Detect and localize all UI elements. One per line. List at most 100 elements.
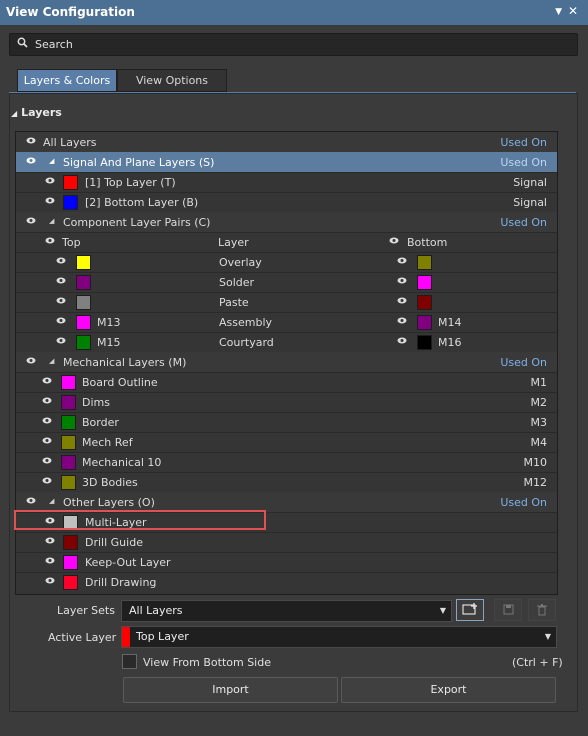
eye-icon[interactable] xyxy=(26,497,36,504)
color-swatch[interactable] xyxy=(61,415,76,430)
component-pair-row[interactable]: Paste xyxy=(16,292,557,313)
tree-row-mechanical-layer[interactable]: Mechanical 10 M10 xyxy=(16,452,557,473)
top-color-swatch[interactable] xyxy=(76,335,91,350)
color-swatch[interactable] xyxy=(63,175,78,190)
add-layer-set-button[interactable] xyxy=(456,599,484,621)
layers-section-header[interactable]: ◢ Layers xyxy=(11,106,62,119)
bottom-color-swatch[interactable] xyxy=(417,295,432,310)
tree-row-signal-group[interactable]: ◢ Signal And Plane Layers (S) Used On xyxy=(16,152,557,173)
top-color-swatch[interactable] xyxy=(76,275,91,290)
eye-icon[interactable] xyxy=(26,157,36,164)
eye-icon[interactable] xyxy=(397,317,407,324)
component-pair-row[interactable]: M15 Courtyard M16 xyxy=(16,332,557,353)
color-swatch[interactable] xyxy=(61,395,76,410)
top-color-swatch[interactable] xyxy=(76,315,91,330)
export-button[interactable]: Export xyxy=(341,677,556,703)
eye-icon[interactable] xyxy=(42,417,52,424)
expand-triangle-icon[interactable]: ◢ xyxy=(49,217,54,225)
tree-row-component-group[interactable]: ◢ Component Layer Pairs (C) Used On xyxy=(16,212,557,233)
eye-icon[interactable] xyxy=(26,357,36,364)
used-on-link[interactable]: Used On xyxy=(500,156,547,169)
row-label: Keep-Out Layer xyxy=(85,556,171,569)
top-label: M13 xyxy=(97,316,121,329)
top-color-swatch[interactable] xyxy=(76,295,91,310)
used-on-link[interactable]: Used On xyxy=(500,356,547,369)
top-color-swatch[interactable] xyxy=(76,255,91,270)
tree-row-other-layer[interactable]: Keep-Out Layer xyxy=(16,552,557,573)
component-pair-row[interactable]: Overlay xyxy=(16,252,557,273)
tree-row-mechanical-layer[interactable]: Dims M2 xyxy=(16,392,557,413)
eye-icon[interactable] xyxy=(42,397,52,404)
eye-icon[interactable] xyxy=(56,317,66,324)
tree-row-other-layer[interactable]: Drill Guide xyxy=(16,532,557,553)
tab-layers-colors[interactable]: Layers & Colors xyxy=(17,69,117,92)
eye-icon[interactable] xyxy=(45,197,55,204)
tab-view-options[interactable]: View Options xyxy=(117,69,227,92)
eye-icon[interactable] xyxy=(397,257,407,264)
eye-icon[interactable] xyxy=(42,437,52,444)
color-swatch[interactable] xyxy=(61,375,76,390)
eye-icon[interactable] xyxy=(56,337,66,344)
expand-triangle-icon[interactable]: ◢ xyxy=(49,357,54,365)
eye-icon[interactable] xyxy=(56,297,66,304)
layer-sets-label: Layer Sets xyxy=(57,604,115,617)
color-swatch[interactable] xyxy=(63,195,78,210)
close-icon[interactable]: ✕ xyxy=(568,4,578,18)
layer-sets-dropdown[interactable]: All Layers ▼ xyxy=(121,600,452,622)
eye-icon[interactable] xyxy=(45,557,55,564)
search-input[interactable]: Search xyxy=(9,33,578,56)
layer-type: Signal xyxy=(513,176,547,189)
tree-row-signal-layer[interactable]: [1] Top Layer (T) Signal xyxy=(16,172,557,193)
active-layer-dropdown[interactable]: Top Layer ▼ xyxy=(121,626,557,648)
color-swatch[interactable] xyxy=(63,535,78,550)
eye-icon[interactable] xyxy=(56,257,66,264)
tree-row-other-layer[interactable]: Drill Drawing xyxy=(16,572,557,592)
color-swatch[interactable] xyxy=(61,455,76,470)
eye-icon[interactable] xyxy=(42,377,52,384)
used-on-link[interactable]: Used On xyxy=(500,136,547,149)
tree-row-mechanical-group[interactable]: ◢ Mechanical Layers (M) Used On xyxy=(16,352,557,373)
eye-icon[interactable] xyxy=(56,277,66,284)
row-label: Board Outline xyxy=(82,376,158,389)
component-pair-row[interactable]: M13 Assembly M14 xyxy=(16,312,557,333)
eye-icon[interactable] xyxy=(45,237,55,244)
bottom-color-swatch[interactable] xyxy=(417,275,432,290)
bottom-color-swatch[interactable] xyxy=(417,335,432,350)
color-swatch[interactable] xyxy=(61,435,76,450)
eye-icon[interactable] xyxy=(45,577,55,584)
eye-icon[interactable] xyxy=(45,177,55,184)
layer-name: Assembly xyxy=(219,316,273,329)
color-swatch[interactable] xyxy=(63,555,78,570)
pin-dropdown-icon[interactable]: ▼ xyxy=(555,7,562,17)
eye-icon[interactable] xyxy=(26,217,36,224)
save-layer-set-button[interactable] xyxy=(494,599,522,621)
eye-icon[interactable] xyxy=(45,537,55,544)
eye-icon[interactable] xyxy=(42,477,52,484)
tree-row-mechanical-layer[interactable]: Border M3 xyxy=(16,412,557,433)
row-label: Component Layer Pairs (C) xyxy=(63,216,211,229)
bottom-color-swatch[interactable] xyxy=(417,315,432,330)
eye-icon[interactable] xyxy=(397,337,407,344)
eye-icon[interactable] xyxy=(389,237,399,244)
color-swatch[interactable] xyxy=(63,575,78,590)
used-on-link[interactable]: Used On xyxy=(500,216,547,229)
tree-row-mechanical-layer[interactable]: 3D Bodies M12 xyxy=(16,472,557,493)
expand-triangle-icon[interactable]: ◢ xyxy=(49,497,54,505)
eye-icon[interactable] xyxy=(42,457,52,464)
tree-row-signal-layer[interactable]: [2] Bottom Layer (B) Signal xyxy=(16,192,557,213)
used-on-link[interactable]: Used On xyxy=(500,496,547,509)
tree-row-mechanical-layer[interactable]: Board Outline M1 xyxy=(16,372,557,393)
tree-row-all-layers[interactable]: All Layers Used On xyxy=(16,132,557,153)
expand-triangle-icon[interactable]: ◢ xyxy=(49,157,54,165)
tree-row-mechanical-layer[interactable]: Mech Ref M4 xyxy=(16,432,557,453)
bottom-color-swatch[interactable] xyxy=(417,255,432,270)
color-swatch[interactable] xyxy=(61,475,76,490)
delete-layer-set-button[interactable] xyxy=(528,599,556,621)
eye-icon[interactable] xyxy=(26,137,36,144)
view-from-bottom-checkbox[interactable] xyxy=(122,654,137,669)
eye-icon[interactable] xyxy=(397,297,407,304)
import-button[interactable]: Import xyxy=(123,677,338,703)
component-pair-row[interactable]: Solder xyxy=(16,272,557,293)
eye-icon[interactable] xyxy=(397,277,407,284)
layer-header: Layer xyxy=(218,236,249,249)
